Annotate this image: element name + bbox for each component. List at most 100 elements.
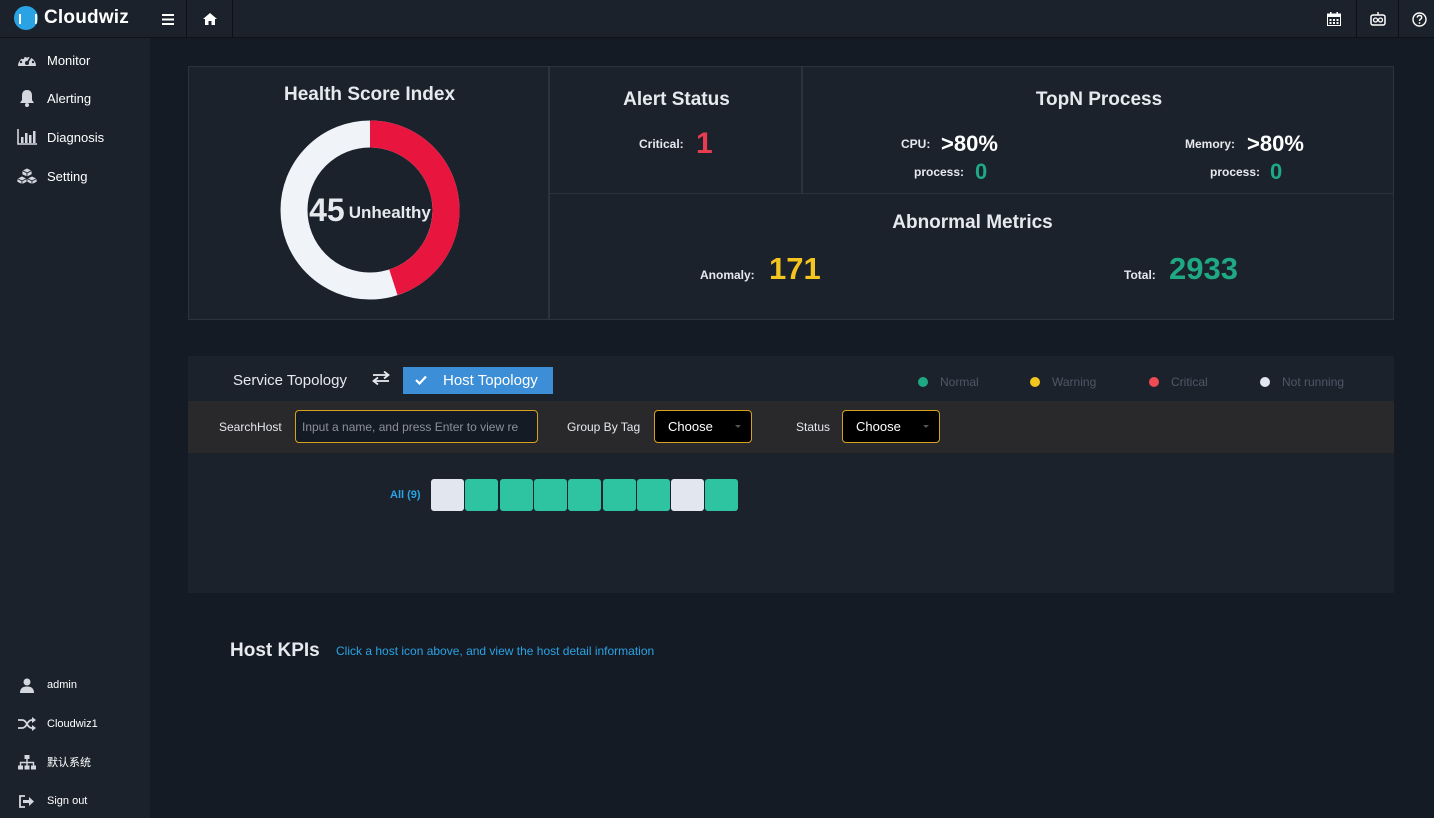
cpu-process-label: process: (914, 165, 965, 179)
health-score-title: Health Score Index (283, 84, 456, 105)
all-hosts-group-label[interactable]: All (9) (390, 489, 421, 501)
brand-name: Cloudwiz (44, 7, 129, 28)
host-icon[interactable] (636, 479, 670, 511)
bell-icon (16, 89, 38, 107)
legend-dot (918, 377, 928, 387)
host-icon[interactable] (671, 479, 705, 511)
chevron-down-icon (923, 425, 929, 428)
sidebar-item-label: Diagnosis (47, 129, 105, 145)
host-icon[interactable] (705, 479, 739, 511)
search-host-label: SearchHost (219, 420, 282, 434)
status-label: Status (796, 420, 831, 434)
memory-label: Memory: (1185, 137, 1236, 151)
memory-process-count[interactable]: 0 (1270, 159, 1282, 185)
sidebar-item-default-system[interactable]: 默认系统 (0, 747, 150, 777)
health-score-donut[interactable]: 45 Unhealthy (279, 119, 461, 301)
host-kpis-title: Host KPIs (230, 640, 320, 661)
sidebar-item-label: 默认系统 (47, 757, 91, 769)
bar-chart-icon (16, 129, 38, 145)
health-status-text: Unhealthy (348, 203, 431, 222)
health-score-panel: Health Score Index 45 Unhealthy (188, 66, 549, 320)
sidebar-item-label: Sign out (47, 795, 88, 807)
cpu-label: CPU: (901, 137, 931, 151)
host-icon[interactable] (568, 479, 602, 511)
cpu-threshold: >80% (941, 131, 998, 156)
sidebar-item-label: Monitor (47, 52, 91, 68)
robot-icon[interactable] (1355, 0, 1401, 38)
sign-out-icon (16, 794, 38, 808)
legend-label: Warning (1052, 375, 1097, 389)
abnormal-metrics-title: Abnormal Metrics (892, 212, 1053, 233)
legend-dot (1260, 377, 1270, 387)
group-by-tag-value: Choose (668, 419, 713, 434)
topn-process-panel: TopN Process CPU: >80% process: 0 Memory… (802, 66, 1394, 194)
cloudwiz-logo-icon (14, 6, 38, 30)
legend-warning: Warning (1030, 375, 1096, 389)
host-icon[interactable] (533, 479, 567, 511)
host-icon[interactable] (465, 479, 499, 511)
top-bar: Cloudwiz (0, 0, 1434, 38)
chevron-down-icon (735, 425, 741, 428)
sidebar-item-monitor[interactable]: Monitor (0, 45, 150, 75)
group-by-tag-select[interactable]: Choose (654, 410, 752, 443)
sitemap-icon (16, 754, 38, 770)
sidebar-item-sign-out[interactable]: Sign out (0, 786, 150, 816)
tab-host-label: Host Topology (443, 372, 538, 389)
legend-label: Critical (1171, 375, 1208, 389)
host-icon[interactable] (431, 479, 464, 511)
host-icon[interactable] (499, 479, 533, 511)
sidebar-item-admin[interactable]: admin (0, 670, 150, 700)
help-icon[interactable] (1396, 0, 1434, 38)
legend-label: Normal (940, 375, 979, 389)
sidebar-item-cloudwiz1[interactable]: Cloudwiz1 (0, 709, 150, 739)
memory-threshold: >80% (1247, 131, 1304, 156)
swap-icon[interactable] (372, 370, 390, 390)
sidebar-item-alerting[interactable]: Alerting (0, 83, 150, 113)
sidebar-item-label: admin (47, 679, 77, 691)
alert-status-panel: Alert Status Critical: 1 (549, 66, 802, 194)
brand[interactable]: Cloudwiz (14, 4, 129, 32)
alert-status-title: Alert Status (623, 89, 730, 110)
host-kpis-hint[interactable]: Click a host icon above, and view the ho… (336, 644, 654, 658)
health-score-label: 45 Unhealthy (279, 119, 461, 301)
memory-process-label: process: (1210, 165, 1261, 179)
sidebar-item-label: Cloudwiz1 (47, 718, 98, 730)
sidebar-item-setting[interactable]: Setting (0, 161, 150, 191)
total-label: Total: (1124, 268, 1156, 282)
topn-process-title: TopN Process (1035, 89, 1163, 110)
cpu-process-count[interactable]: 0 (975, 159, 987, 185)
total-count[interactable]: 2933 (1169, 251, 1238, 287)
shuffle-icon (16, 717, 38, 731)
legend-not-running: Not running (1260, 375, 1344, 389)
status-value: Choose (856, 419, 901, 434)
legend-dot (1149, 377, 1159, 387)
legend-normal: Normal (918, 375, 979, 389)
anomaly-count[interactable]: 171 (769, 251, 821, 287)
tab-host-topology[interactable]: Host Topology (403, 367, 553, 394)
health-score-value: 45 (309, 191, 345, 228)
legend-label: Not running (1282, 375, 1345, 389)
check-icon (415, 373, 427, 388)
sidebar-item-label: Alerting (47, 90, 92, 106)
group-by-tag-label: Group By Tag (567, 420, 641, 434)
anomaly-label: Anomaly: (700, 268, 755, 282)
calendar-icon[interactable] (1311, 0, 1357, 38)
host-icon[interactable] (602, 479, 636, 511)
cubes-icon (16, 167, 38, 185)
user-icon (16, 678, 38, 693)
home-icon[interactable] (187, 0, 233, 38)
status-select[interactable]: Choose (842, 410, 940, 443)
search-host-input[interactable] (295, 410, 538, 443)
tab-service-topology[interactable]: Service Topology (233, 372, 347, 389)
topology-panel: Service Topology Host Topology Normal Wa… (188, 356, 1394, 593)
critical-label: Critical: (639, 137, 684, 151)
critical-count[interactable]: 1 (696, 127, 713, 161)
sidebar-item-diagnosis[interactable]: Diagnosis (0, 122, 150, 152)
sidebar: Monitor Alerting Diagnosis Setting admin… (0, 38, 150, 818)
sidebar-item-label: Setting (47, 168, 88, 184)
dashboard-icon (16, 52, 38, 68)
filter-bar: SearchHost Group By Tag Choose Status Ch… (188, 401, 1394, 453)
menu-icon[interactable] (145, 0, 191, 38)
abnormal-metrics-panel: Abnormal Metrics Anomaly: 171 Total: 293… (549, 193, 1394, 320)
legend-dot (1030, 377, 1040, 387)
